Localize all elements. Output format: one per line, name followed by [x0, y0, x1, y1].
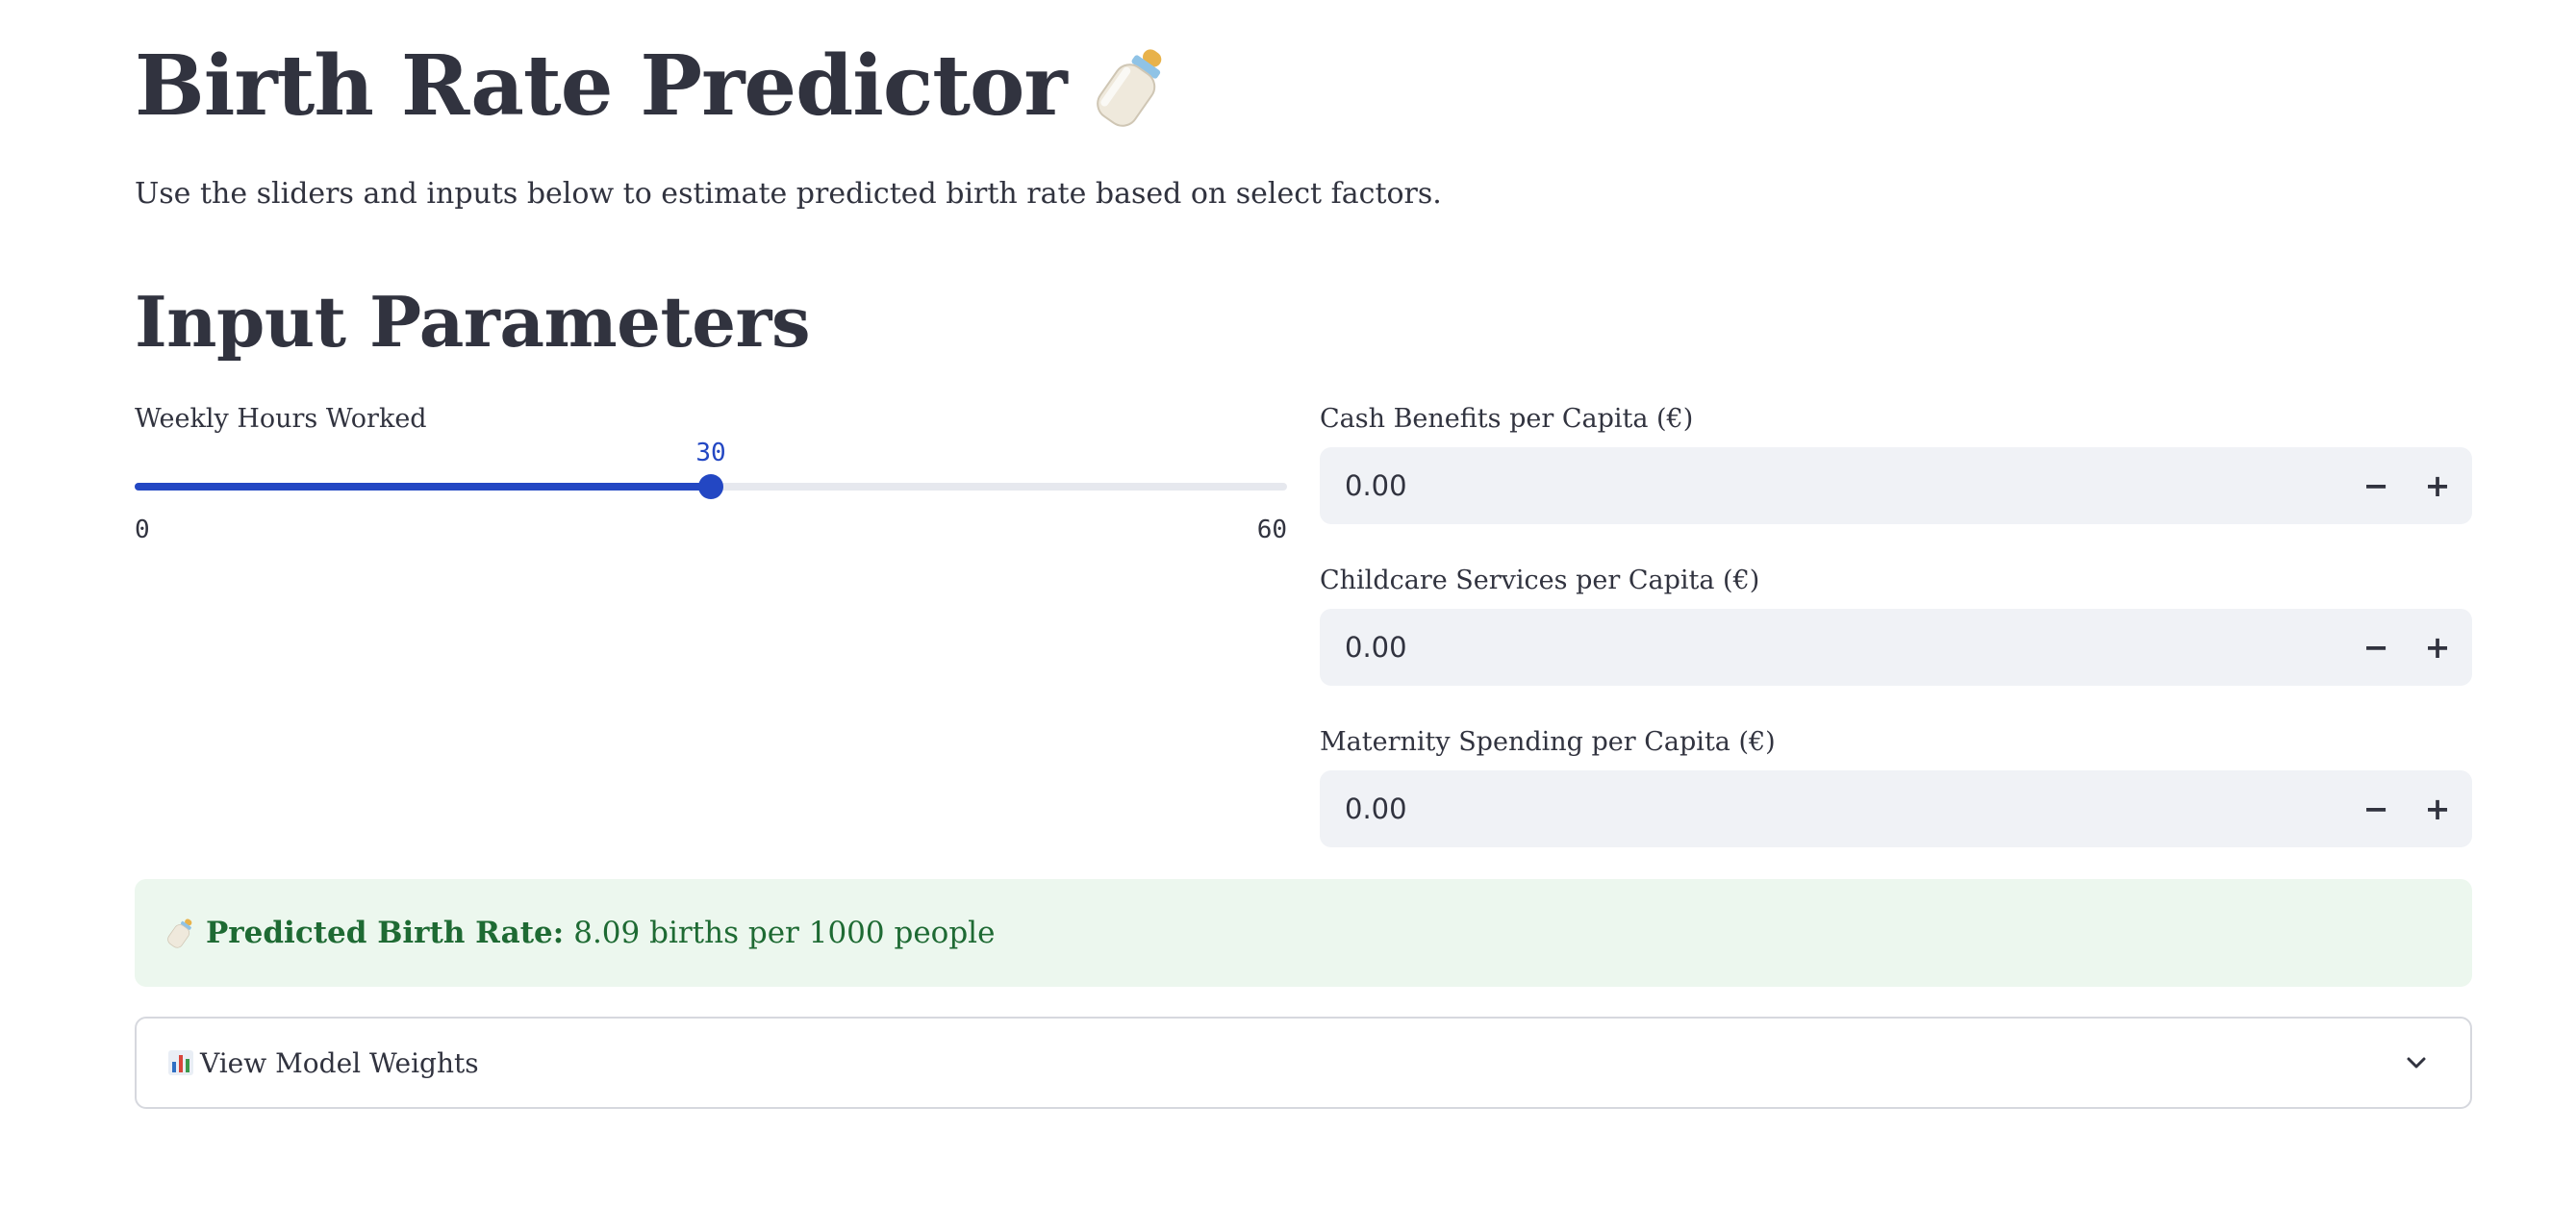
childcare-services-value[interactable]: 0.00	[1320, 631, 2345, 664]
cash-benefits-input[interactable]: 0.00 − +	[1320, 447, 2472, 524]
model-weights-expander[interactable]: View Model Weights	[135, 1017, 2472, 1109]
slider-min-label: 0	[135, 516, 150, 544]
maternity-spending-label: Maternity Spending per Capita (€)	[1320, 727, 1776, 757]
prediction-value: 8.09 births per 1000 people	[573, 916, 996, 950]
slider-thumb[interactable]	[698, 474, 723, 499]
app-main: Birth Rate Predictor Use the sliders and…	[135, 0, 2472, 1208]
maternity-spending-value[interactable]: 0.00	[1320, 793, 2345, 825]
baby-bottle-icon	[1096, 49, 1161, 127]
slider-max-label: 60	[1256, 516, 1287, 544]
childcare-services-input[interactable]: 0.00 − +	[1320, 609, 2472, 686]
page-description: Use the sliders and inputs below to esti…	[135, 177, 1442, 211]
cash-benefits-value[interactable]: 0.00	[1320, 469, 2345, 502]
prediction-label: Predicted Birth Rate:	[206, 916, 565, 950]
weekly-hours-label: Weekly Hours Worked	[135, 404, 427, 434]
cash-benefits-label: Cash Benefits per Capita (€)	[1320, 404, 1694, 434]
expander-label: View Model Weights	[200, 1046, 479, 1079]
weekly-hours-slider[interactable]: 30 0 60	[135, 439, 1287, 544]
childcare-services-increment-button[interactable]: +	[2407, 609, 2468, 686]
baby-bottle-icon	[167, 919, 192, 948]
title-row: Birth Rate Predictor	[135, 29, 1178, 144]
maternity-spending-increment-button[interactable]: +	[2407, 770, 2468, 847]
childcare-services-decrement-button[interactable]: −	[2345, 609, 2407, 686]
bar-chart-icon	[168, 1050, 193, 1075]
slider-fill	[135, 483, 711, 491]
page-title: Birth Rate Predictor	[135, 38, 1068, 135]
prediction-result-alert: Predicted Birth Rate: 8.09 births per 10…	[135, 879, 2472, 987]
input-parameters-heading: Input Parameters	[135, 281, 811, 363]
maternity-spending-input[interactable]: 0.00 − +	[1320, 770, 2472, 847]
cash-benefits-decrement-button[interactable]: −	[2345, 447, 2407, 524]
chevron-down-icon[interactable]	[2401, 1047, 2432, 1078]
childcare-services-label: Childcare Services per Capita (€)	[1320, 566, 1760, 595]
slider-value: 30	[695, 439, 726, 467]
cash-benefits-increment-button[interactable]: +	[2407, 447, 2468, 524]
maternity-spending-decrement-button[interactable]: −	[2345, 770, 2407, 847]
